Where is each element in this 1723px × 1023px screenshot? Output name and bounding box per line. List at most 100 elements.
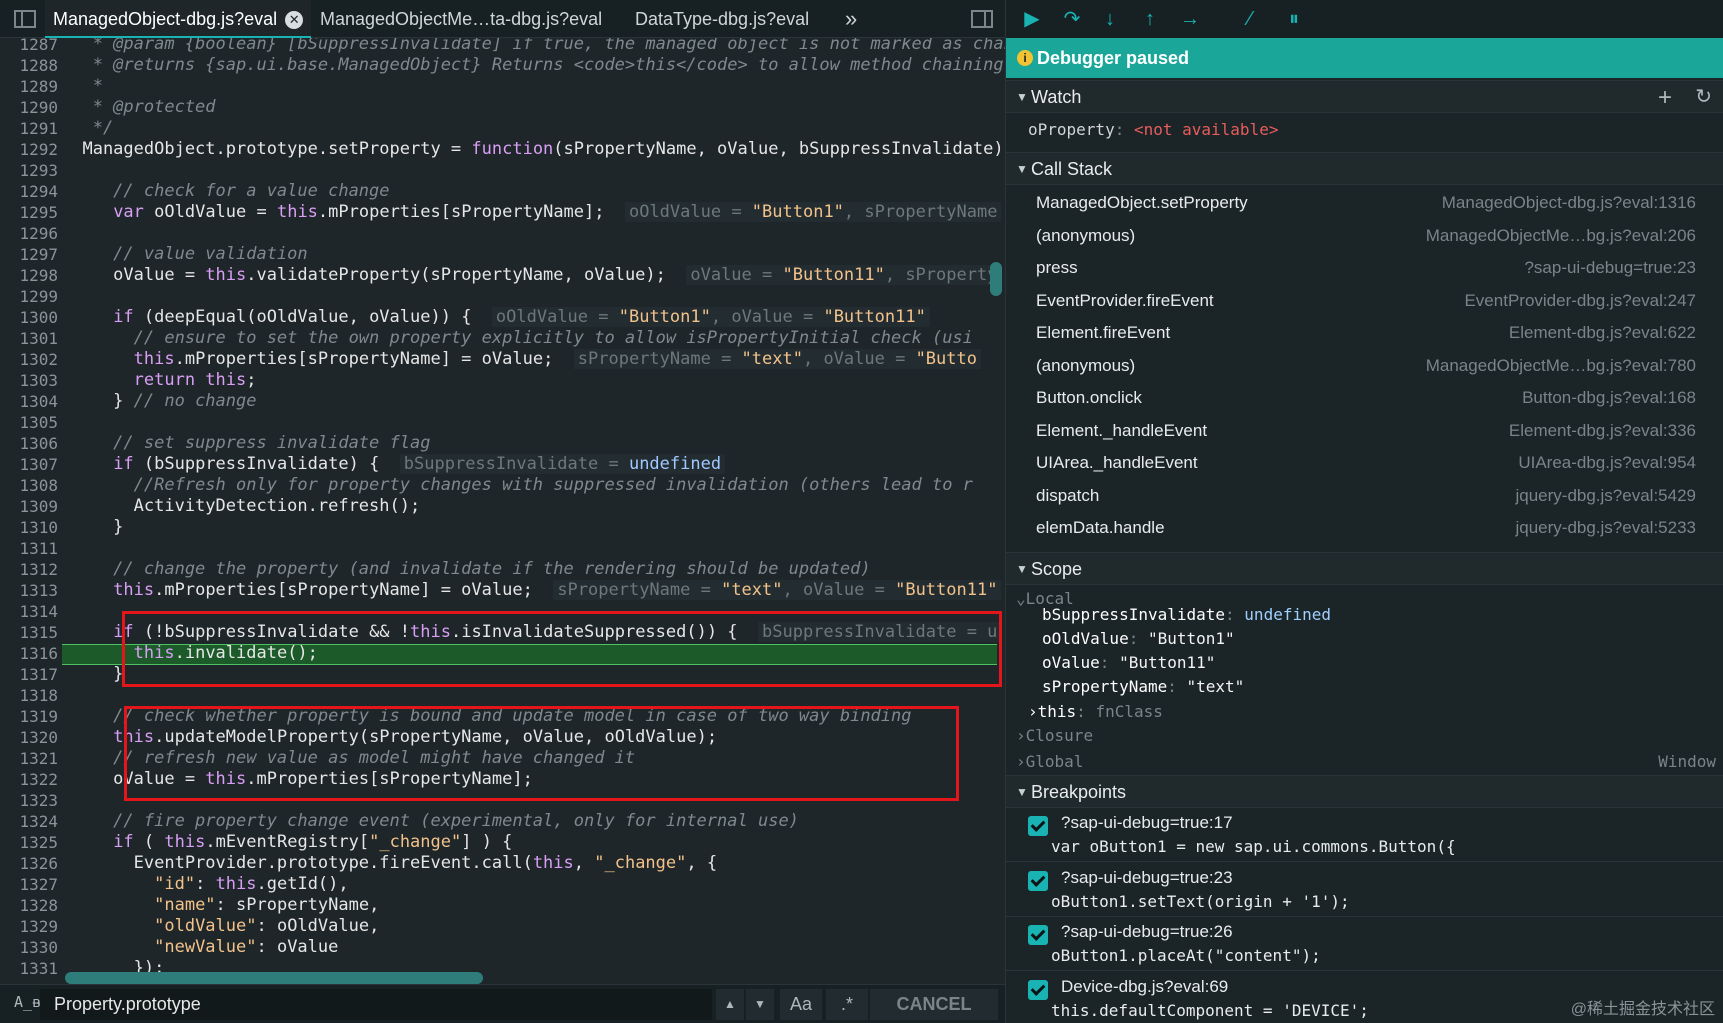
- breakpoint-checkbox[interactable]: [1028, 979, 1048, 1000]
- scope-variable[interactable]: oValue: "Button11": [1042, 651, 1215, 675]
- line-number-gutter[interactable]: 1287 1288 1289 1290 1291 1292 1293 1294 1295 1296…: [0, 35, 62, 982]
- code-line[interactable]: if (deepEqual(oOldValue, oValue)) { oOld…: [62, 307, 930, 328]
- vertical-scrollbar[interactable]: [990, 262, 1002, 296]
- deactivate-breakpoints-icon[interactable]: ⁄: [1238, 8, 1262, 30]
- line-number[interactable]: 1331: [0, 958, 58, 979]
- code-line[interactable]: // change the property (and invalidate i…: [62, 559, 870, 580]
- line-number[interactable]: 1321: [0, 748, 58, 769]
- line-number[interactable]: 1307: [0, 454, 58, 475]
- line-number[interactable]: 1305: [0, 412, 58, 433]
- line-number[interactable]: 1323: [0, 790, 58, 811]
- line-number[interactable]: 1304: [0, 391, 58, 412]
- line-number[interactable]: 1319: [0, 706, 58, 727]
- code-line[interactable]: oValue = this.validateProperty(sProperty…: [62, 265, 1002, 286]
- line-number[interactable]: 1312: [0, 559, 58, 580]
- scope-section-header[interactable]: ▼ Scope: [1006, 552, 1723, 585]
- call-stack-frame[interactable]: UIArea._handleEvent UIArea-dbg.js?eval:95…: [1006, 447, 1723, 479]
- code-area[interactable]: * @param {boolean} [bSuppressInvalidate]…: [62, 38, 1005, 982]
- line-number[interactable]: 1322: [0, 769, 58, 790]
- code-line[interactable]: if (bSuppressInvalidate) { bSuppressInva…: [62, 454, 726, 475]
- toggle-navigator-icon[interactable]: [14, 10, 36, 28]
- scope-global-row[interactable]: ›Global Window: [1016, 750, 1716, 774]
- code-line[interactable]: var oOldValue = this.mProperties[sProper…: [62, 202, 1002, 223]
- frame-location[interactable]: jquery-dbg.js?eval:5429: [1515, 480, 1696, 512]
- line-number[interactable]: 1306: [0, 433, 58, 454]
- code-line[interactable]: ManagedObject.prototype.setProperty = fu…: [62, 139, 1005, 160]
- code-line[interactable]: // fire property change event (experimen…: [62, 811, 799, 832]
- line-number[interactable]: 1288: [0, 55, 58, 76]
- call-stack-frame[interactable]: EventProvider.fireEvent EventProvider-dbg…: [1006, 285, 1723, 317]
- line-number[interactable]: 1299: [0, 286, 58, 307]
- breakpoint-checkbox[interactable]: [1028, 870, 1048, 891]
- breakpoint-checkbox[interactable]: [1028, 816, 1048, 836]
- step-icon[interactable]: →: [1178, 8, 1202, 30]
- code-line[interactable]: // check for a value change: [62, 181, 389, 202]
- refresh-icon[interactable]: ↻: [1695, 81, 1712, 114]
- line-number[interactable]: 1315: [0, 622, 58, 643]
- call-stack-frame[interactable]: elemData.handle jquery-dbg.js?eval:5233: [1006, 512, 1723, 544]
- step-over-icon[interactable]: ↷: [1060, 8, 1084, 30]
- frame-location[interactable]: Element-dbg.js?eval:336: [1509, 415, 1696, 447]
- code-line[interactable]: * @param {boolean} [bSuppressInvalidate]…: [62, 38, 1005, 55]
- line-number[interactable]: 1310: [0, 517, 58, 538]
- code-line[interactable]: "newValue": oValue: [62, 937, 338, 958]
- regex-button[interactable]: .*: [826, 989, 868, 1020]
- call-stack-frame[interactable]: dispatch jquery-dbg.js?eval:5429: [1006, 480, 1723, 512]
- breakpoint-item[interactable]: ?sap-ui-debug=true:26 oButton1.placeAt("c…: [1006, 918, 1723, 971]
- line-number[interactable]: 1294: [0, 181, 58, 202]
- call-stack-section-header[interactable]: ▼ Call Stack: [1006, 152, 1723, 185]
- line-number[interactable]: 1308: [0, 475, 58, 496]
- scope-variable[interactable]: oOldValue: "Button1": [1042, 627, 1235, 651]
- code-line[interactable]: "oldValue": oOldValue,: [62, 916, 379, 937]
- scope-variable[interactable]: bSuppressInvalidate: undefined: [1042, 603, 1331, 627]
- code-line[interactable]: * @returns {sap.ui.base.ManagedObject} R…: [62, 55, 1004, 76]
- line-number[interactable]: 1296: [0, 223, 58, 244]
- line-number[interactable]: 1289: [0, 76, 58, 97]
- line-number[interactable]: 1330: [0, 937, 58, 958]
- step-into-icon[interactable]: ↓: [1098, 8, 1122, 30]
- line-number[interactable]: 1327: [0, 874, 58, 895]
- line-number[interactable]: 1329: [0, 916, 58, 937]
- code-line[interactable]: "name": sPropertyName,: [62, 895, 379, 916]
- line-number[interactable]: 1314: [0, 601, 58, 622]
- code-line[interactable]: EventProvider.prototype.fireEvent.call(t…: [62, 853, 717, 874]
- tab-managedobject[interactable]: ManagedObject-dbg.js?eval ✕: [45, 0, 312, 38]
- call-stack-frame[interactable]: (anonymous) ManagedObjectMe…bg.js?eval:78…: [1006, 350, 1723, 382]
- add-watch-button[interactable]: +: [1658, 81, 1672, 114]
- code-line[interactable]: this.mProperties[sPropertyName] = oValue…: [62, 580, 1002, 601]
- code-line[interactable]: }: [62, 517, 123, 538]
- line-number[interactable]: 1311: [0, 538, 58, 559]
- horizontal-scrollbar[interactable]: [65, 972, 483, 984]
- more-tabs-button[interactable]: »: [845, 0, 857, 38]
- line-number[interactable]: 1301: [0, 328, 58, 349]
- close-tab-icon[interactable]: ✕: [285, 11, 304, 30]
- code-line[interactable]: this.mProperties[sPropertyName] = oValue…: [62, 349, 981, 370]
- breakpoint-item[interactable]: ?sap-ui-debug=true:17 var oButton1 = new …: [1006, 809, 1723, 862]
- breakpoint-item[interactable]: ?sap-ui-debug=true:23 oButton1.setText(or…: [1006, 864, 1723, 917]
- code-line[interactable]: */: [62, 118, 113, 139]
- step-out-icon[interactable]: ↑: [1138, 8, 1162, 30]
- code-line[interactable]: // set suppress invalidate flag: [62, 433, 430, 454]
- frame-location[interactable]: ManagedObjectMe…bg.js?eval:206: [1426, 220, 1696, 252]
- code-line[interactable]: *: [62, 76, 103, 97]
- line-number[interactable]: 1295: [0, 202, 58, 223]
- toggle-debugger-icon[interactable]: [971, 10, 993, 28]
- line-number[interactable]: 1302: [0, 349, 58, 370]
- call-stack-frame[interactable]: Element.fireEvent Element-dbg.js?eval:622: [1006, 317, 1723, 349]
- line-number[interactable]: 1297: [0, 244, 58, 265]
- line-number[interactable]: 1324: [0, 811, 58, 832]
- code-line[interactable]: return this;: [62, 370, 257, 391]
- frame-location[interactable]: EventProvider-dbg.js?eval:247: [1464, 285, 1696, 317]
- frame-location[interactable]: Button-dbg.js?eval:168: [1522, 382, 1696, 414]
- match-case-button[interactable]: Aa: [780, 989, 822, 1020]
- line-number[interactable]: 1325: [0, 832, 58, 853]
- call-stack-frame[interactable]: Button.onclick Button-dbg.js?eval:168: [1006, 382, 1723, 414]
- call-stack-frame[interactable]: (anonymous) ManagedObjectMe…bg.js?eval:20…: [1006, 220, 1723, 252]
- frame-location[interactable]: ManagedObjectMe…bg.js?eval:780: [1426, 350, 1696, 382]
- scope-closure-row[interactable]: ›Closure: [1016, 724, 1093, 748]
- line-number[interactable]: 1318: [0, 685, 58, 706]
- watch-section-header[interactable]: ▼ Watch + ↻: [1006, 80, 1723, 113]
- scope-this-row[interactable]: ›this: fnClass: [1028, 700, 1163, 724]
- tab-datatype[interactable]: DataType-dbg.js?eval: [635, 0, 809, 38]
- breakpoints-section-header[interactable]: ▼ Breakpoints: [1006, 775, 1723, 808]
